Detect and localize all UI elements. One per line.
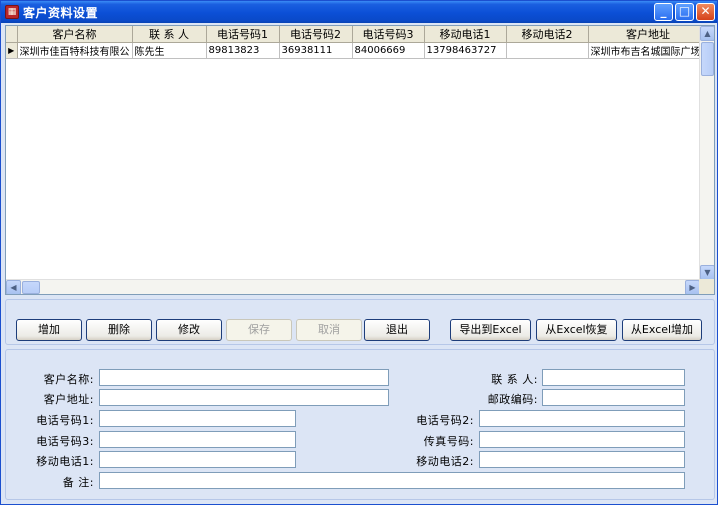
cell-phone2[interactable]: 36938111 xyxy=(279,42,353,59)
exit-button[interactable]: 退出 xyxy=(364,319,430,341)
fax-field[interactable] xyxy=(479,431,685,448)
phone2-label: 电话号码2: xyxy=(416,414,474,427)
modify-button[interactable]: 修改 xyxy=(156,319,222,341)
cell-mobile1[interactable]: 13798463727 xyxy=(424,42,507,59)
title-bar[interactable]: ▦ 客户资料设置 _ □ ✕ xyxy=(1,1,717,23)
mobile2-label: 移动电话2: xyxy=(416,455,474,468)
contact-field[interactable] xyxy=(542,369,685,386)
remark-field[interactable] xyxy=(99,472,685,489)
scrollbar-corner xyxy=(699,279,714,294)
save-button[interactable]: 保存 xyxy=(226,319,292,341)
customer-table[interactable]: 客户名称 联 系 人 电话号码1 电话号码2 电话号码3 移动电话1 移动电话2… xyxy=(6,26,709,59)
column-header-mobile1[interactable]: 移动电话1 xyxy=(424,26,507,43)
delete-button[interactable]: 删除 xyxy=(86,319,152,341)
maximize-icon: □ xyxy=(678,4,691,18)
row-pointer-icon: ▶ xyxy=(6,42,18,59)
app-icon[interactable]: ▦ xyxy=(5,5,19,19)
cell-phone3[interactable]: 84006669 xyxy=(352,42,425,59)
phone3-field[interactable] xyxy=(99,431,296,448)
table-header-row: 客户名称 联 系 人 电话号码1 电话号码2 电话号码3 移动电话1 移动电话2… xyxy=(6,26,709,43)
column-header-phone1[interactable]: 电话号码1 xyxy=(206,26,280,43)
minimize-icon: _ xyxy=(660,4,667,18)
scroll-up-icon[interactable]: ▲ xyxy=(700,26,714,41)
customer-address-label: 客户地址: xyxy=(43,393,94,406)
cell-contact[interactable]: 陈先生 xyxy=(132,42,207,59)
customer-grid[interactable]: 客户名称 联 系 人 电话号码1 电话号码2 电话号码3 移动电话1 移动电话2… xyxy=(5,25,715,295)
column-header-phone3[interactable]: 电话号码3 xyxy=(352,26,425,43)
add-button[interactable]: 增加 xyxy=(16,319,82,341)
scroll-left-icon[interactable]: ◀ xyxy=(6,280,21,294)
mobile1-label: 移动电话1: xyxy=(36,455,94,468)
window-title: 客户资料设置 xyxy=(23,6,99,20)
horizontal-scroll-thumb[interactable] xyxy=(22,281,40,294)
fax-label: 传真号码: xyxy=(423,435,474,448)
mobile2-field[interactable] xyxy=(479,451,685,468)
phone1-label: 电话号码1: xyxy=(36,414,94,427)
row-indicator-header xyxy=(6,26,18,43)
scroll-right-icon[interactable]: ▶ xyxy=(685,280,700,294)
cell-customer-name[interactable]: 深圳市佳百特科技有限公 xyxy=(17,42,133,59)
mobile1-field[interactable] xyxy=(99,451,296,468)
customer-address-field[interactable] xyxy=(99,389,389,406)
maximize-button[interactable]: □ xyxy=(675,3,694,21)
vertical-scroll-thumb[interactable] xyxy=(701,42,714,76)
customer-name-label: 客户名称: xyxy=(43,373,94,386)
table-row[interactable]: ▶ 深圳市佳百特科技有限公 陈先生 89813823 36938111 8400… xyxy=(6,42,709,59)
button-panel: 增加 删除 修改 保存 取消 退出 导出到Excel 从Excel恢复 从Exc… xyxy=(5,299,715,345)
vertical-scrollbar[interactable]: ▲ ▼ xyxy=(699,26,714,280)
close-button[interactable]: ✕ xyxy=(696,3,715,21)
customer-name-field[interactable] xyxy=(99,369,389,386)
cell-mobile2[interactable] xyxy=(506,42,589,59)
export-excel-button[interactable]: 导出到Excel xyxy=(450,319,531,341)
column-header-phone2[interactable]: 电话号码2 xyxy=(279,26,353,43)
phone3-label: 电话号码3: xyxy=(36,435,94,448)
phone1-field[interactable] xyxy=(99,410,296,427)
add-from-excel-button[interactable]: 从Excel增加 xyxy=(622,319,702,341)
horizontal-scrollbar[interactable]: ◀ ▶ xyxy=(6,279,700,294)
cell-address[interactable]: 深圳市布吉名城国际广场 xyxy=(588,42,709,59)
column-header-customer-name[interactable]: 客户名称 xyxy=(17,26,133,43)
close-icon: ✕ xyxy=(700,4,711,18)
postcode-label: 邮政编码: xyxy=(487,393,538,406)
restore-from-excel-button[interactable]: 从Excel恢复 xyxy=(536,319,617,341)
contact-label: 联 系 人: xyxy=(491,373,538,386)
phone2-field[interactable] xyxy=(479,410,685,427)
scroll-down-icon[interactable]: ▼ xyxy=(700,265,714,280)
column-header-contact[interactable]: 联 系 人 xyxy=(132,26,207,43)
minimize-button[interactable]: _ xyxy=(654,3,673,21)
column-header-mobile2[interactable]: 移动电话2 xyxy=(506,26,589,43)
postcode-field[interactable] xyxy=(542,389,685,406)
customer-form-panel: 客户名称: 联 系 人: 客户地址: 邮政编码: 电话号码1: 电话号码2: 电… xyxy=(5,349,715,500)
remark-label: 备 注: xyxy=(62,476,94,489)
cell-phone1[interactable]: 89813823 xyxy=(206,42,280,59)
column-header-address[interactable]: 客户地址 xyxy=(588,26,709,43)
customer-settings-window: ▦ 客户资料设置 _ □ ✕ 客户名称 联 系 人 电话号码1 电话号码2 电话… xyxy=(0,0,718,505)
cancel-button[interactable]: 取消 xyxy=(296,319,362,341)
